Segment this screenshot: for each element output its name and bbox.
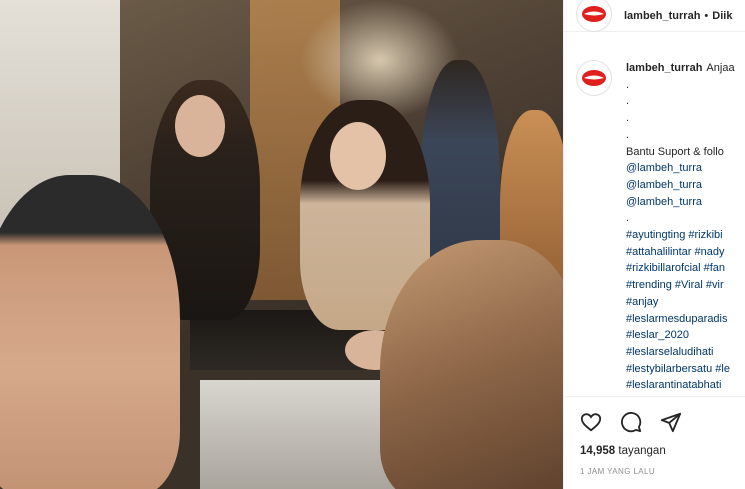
view-count-number: 14,958: [580, 445, 616, 457]
hashtag-link[interactable]: #trending #Viral #vir: [626, 277, 745, 294]
mention-link[interactable]: @lambeh_turra: [626, 194, 745, 211]
share-button[interactable]: [660, 411, 682, 433]
caption-text: lambeh_turrah Anjaa . . . . Bantu Suport …: [626, 60, 745, 394]
post-side-panel: lambeh_turrah • Diik lambeh_turrah Anjaa: [563, 0, 745, 489]
caption-first-text: Anjaa: [706, 62, 735, 74]
header-separator: •: [704, 9, 709, 22]
post-author-username[interactable]: lambeh_turrah: [624, 10, 700, 22]
caption-username[interactable]: lambeh_turrah: [626, 62, 702, 74]
video-person-face: [330, 122, 386, 190]
caption-line: Bantu Suport & follo: [626, 145, 724, 158]
hashtag-link[interactable]: #leslarselaludihati: [626, 344, 745, 361]
hashtag-link[interactable]: #anjay: [626, 294, 745, 311]
caption-line: .: [626, 95, 630, 108]
comments-area: lambeh_turrah Anjaa . . . . Bantu Suport …: [564, 60, 745, 400]
mention-link[interactable]: @lambeh_turra: [626, 160, 745, 177]
video-foreground-person: [0, 175, 180, 489]
post-timestamp[interactable]: 1 JAM YANG LALU: [580, 467, 655, 476]
hashtag-link[interactable]: #attahalilintar #nady: [626, 244, 745, 261]
instagram-post-view: lambeh_turrah • Diik lambeh_turrah Anjaa: [0, 0, 745, 489]
following-button[interactable]: Diik: [712, 10, 732, 22]
hashtag-link[interactable]: #lestybilarbersatu #le: [626, 361, 745, 378]
avatar[interactable]: [576, 60, 612, 96]
view-count-label: tayangan: [618, 445, 666, 457]
caption-comment: lambeh_turrah Anjaa . . . . Bantu Suport …: [576, 60, 745, 394]
comment-button[interactable]: [620, 411, 642, 433]
like-button[interactable]: [580, 411, 602, 433]
hashtag-link[interactable]: #leslarmesduparadis: [626, 311, 745, 328]
caption-line: .: [626, 112, 630, 125]
comment-icon: [621, 412, 642, 433]
hashtag-link[interactable]: #leslar_2020: [626, 327, 745, 344]
paper-plane-icon: [660, 412, 682, 433]
avatar[interactable]: [576, 0, 612, 32]
video-person-face: [175, 95, 225, 157]
mention-link[interactable]: @lambeh_turra: [626, 177, 745, 194]
post-actions: [564, 396, 745, 433]
post-video[interactable]: [0, 0, 563, 489]
caption-line: .: [626, 78, 630, 91]
heart-icon: [580, 413, 602, 432]
caption-line: .: [626, 212, 630, 225]
hashtag-link[interactable]: #ayutingting #rizkibi: [626, 227, 745, 244]
caption-line: .: [626, 128, 630, 141]
lips-logo-icon: [582, 70, 606, 86]
lips-logo-icon: [582, 5, 606, 22]
view-count[interactable]: 14,958 tayangan: [580, 445, 666, 457]
hashtag-link[interactable]: #rizkibillarofcial #fan: [626, 260, 745, 277]
post-header: lambeh_turrah • Diik: [564, 0, 745, 32]
hashtag-link[interactable]: #leslarantinatabhati: [626, 377, 745, 394]
